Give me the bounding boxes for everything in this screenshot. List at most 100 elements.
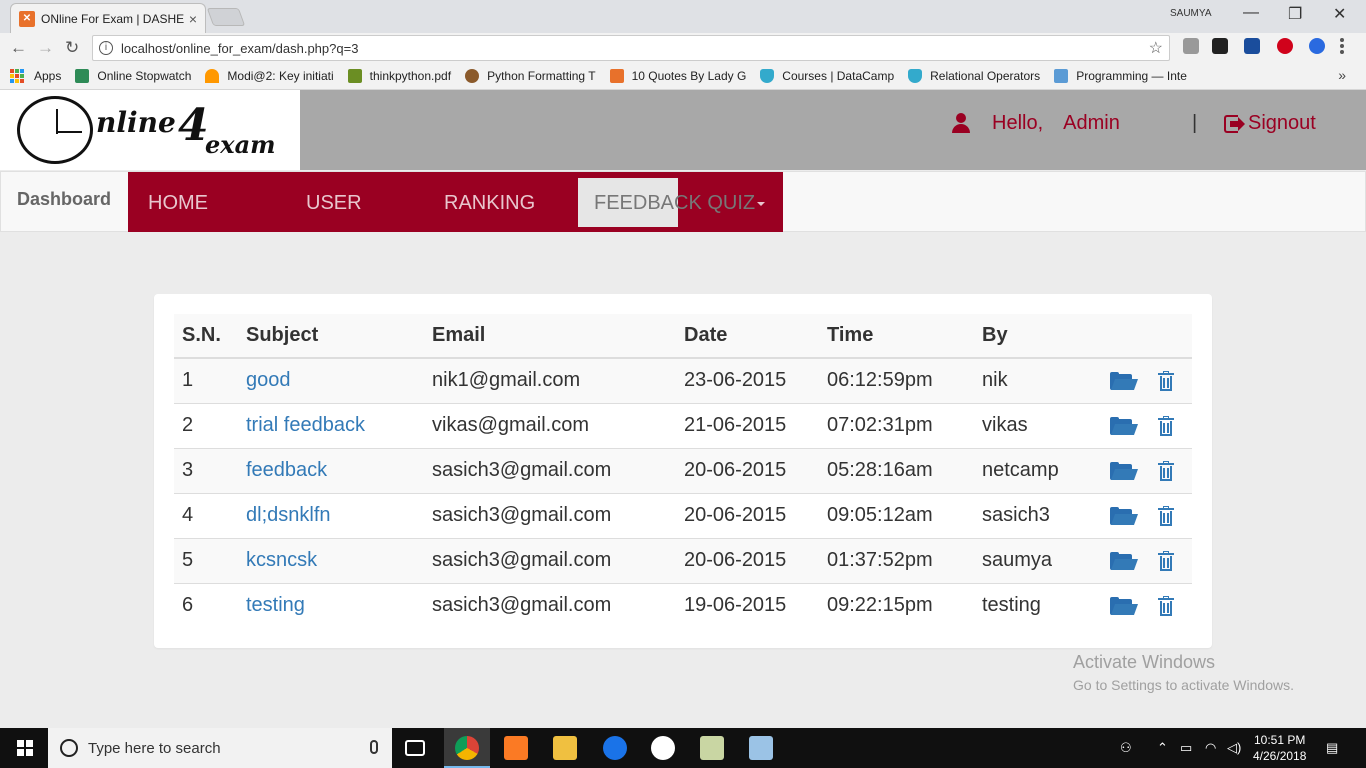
site-logo[interactable]: nline 4 exam [0, 90, 300, 170]
url-text[interactable]: localhost/online_for_exam/dash.php?q=3 [121, 41, 1149, 56]
file-explorer-icon[interactable] [553, 736, 577, 760]
xampp-icon[interactable] [504, 736, 528, 760]
logo-text-exam: exam [205, 130, 276, 159]
taskbar-clock[interactable]: 10:51 PM 4/26/2018 [1253, 732, 1306, 764]
back-arrow-icon[interactable]: ← [10, 38, 27, 58]
extension-icon[interactable] [1212, 38, 1228, 54]
bookmark-item[interactable]: Python Formatting T [465, 69, 596, 83]
greeting: Hello, Admin [950, 112, 1120, 135]
tab-close-icon[interactable]: × [189, 11, 197, 27]
window-close-button[interactable]: ✕ [1333, 4, 1346, 24]
subject-link[interactable]: good [246, 369, 291, 391]
people-icon[interactable]: ⚇ [1120, 740, 1132, 756]
subject-link[interactable]: testing [246, 594, 305, 616]
open-folder-icon[interactable] [1110, 371, 1139, 390]
subject-link[interactable]: dl;dsnklfn [246, 504, 331, 526]
bookmark-item[interactable]: Programming — Inte [1054, 69, 1187, 83]
open-folder-icon[interactable] [1110, 596, 1139, 615]
bookmark-item[interactable]: Modi@2: Key initiati [205, 69, 334, 83]
cell-email: nik1@gmail.com [424, 357, 676, 403]
nav-feedback[interactable]: FEEDBACK QUIZ [594, 192, 766, 215]
site-info-icon[interactable]: i [99, 41, 113, 55]
wifi-icon[interactable]: ◠ [1205, 740, 1216, 756]
logout-icon [1223, 114, 1245, 134]
search-placeholder: Type here to search [88, 739, 221, 757]
admin-link[interactable]: Admin [1063, 112, 1120, 135]
notepad-icon[interactable] [700, 736, 724, 760]
slack-icon[interactable] [651, 736, 675, 760]
bookmark-star-icon[interactable]: ☆ [1149, 38, 1163, 58]
cell-by: vikas [974, 402, 1102, 448]
bookmark-favicon-icon [347, 69, 362, 83]
address-bar[interactable]: i localhost/online_for_exam/dash.php?q=3… [92, 35, 1170, 61]
cell-by: sasich3 [974, 492, 1102, 538]
bookmarks-overflow-icon[interactable]: » [1338, 67, 1346, 83]
trash-icon[interactable] [1158, 505, 1174, 526]
paint-icon[interactable] [749, 736, 773, 760]
trash-icon[interactable] [1158, 460, 1174, 481]
browser-profile-name[interactable]: SAUMYA [1170, 8, 1212, 19]
page-content: nline 4 exam Hello, Admin | Signout Dash… [0, 90, 1366, 728]
windows-start-icon[interactable] [17, 740, 33, 756]
cell-email: sasich3@gmail.com [424, 492, 676, 538]
edge-icon[interactable] [603, 736, 627, 760]
new-tab-button[interactable] [206, 8, 246, 26]
maximize-button[interactable]: ❐ [1288, 4, 1302, 24]
open-folder-icon[interactable] [1110, 551, 1139, 570]
nav-quiz-dropdown[interactable]: QUIZ [707, 192, 766, 214]
task-view-icon[interactable] [405, 740, 425, 756]
taskbar-search-box[interactable]: Type here to search [48, 728, 392, 768]
notifications-icon[interactable]: ▤ [1326, 740, 1338, 756]
forward-arrow-icon[interactable]: → [37, 38, 54, 58]
extension-icon[interactable] [1183, 38, 1199, 54]
minimize-button[interactable]: — [1243, 4, 1259, 22]
open-folder-icon[interactable] [1110, 506, 1139, 525]
cell-time: 09:05:12am [819, 492, 974, 538]
clock-date: 4/26/2018 [1253, 749, 1307, 763]
cell-sn: 5 [174, 537, 238, 583]
table-row: 4 dl;dsnklfn sasich3@gmail.com 20-06-201… [174, 492, 1192, 538]
cell-sn: 3 [174, 447, 238, 493]
opera-extension-icon[interactable] [1277, 38, 1293, 54]
volume-icon[interactable]: ◁) [1227, 740, 1241, 756]
bookmark-extension-icon[interactable] [1244, 38, 1260, 54]
nav-home[interactable]: HOME [148, 192, 208, 215]
open-folder-icon[interactable] [1110, 461, 1139, 480]
windows-taskbar: Type here to search ⚇ ⌃ ▭ ◠ ◁) 10:51 PM … [0, 728, 1366, 768]
nav-quiz-label: QUIZ [707, 192, 756, 214]
bookmark-label: Modi@2: Key initiati [227, 69, 334, 83]
tray-chevron-icon[interactable]: ⌃ [1157, 740, 1168, 756]
bookmark-item[interactable]: 10 Quotes By Lady G [609, 69, 746, 83]
logo-text-online: nline [96, 106, 176, 139]
bookmark-apps[interactable]: Apps [10, 69, 61, 83]
navbar-brand[interactable]: Dashboard [17, 189, 111, 210]
user-icon [950, 112, 972, 135]
bookmark-item[interactable]: Courses | DataCamp [760, 69, 894, 83]
nav-user[interactable]: USER [306, 192, 362, 215]
cell-sn: 6 [174, 582, 238, 628]
browser-tab[interactable]: ✕ ONline For Exam | DASHE × [10, 3, 206, 33]
battery-icon[interactable]: ▭ [1180, 740, 1192, 756]
microphone-icon[interactable] [370, 740, 378, 754]
trash-icon[interactable] [1158, 595, 1174, 616]
signout-link[interactable]: Signout [1223, 112, 1316, 135]
subject-link[interactable]: kcsncsk [246, 549, 317, 571]
chrome-icon[interactable] [455, 736, 479, 760]
reload-icon[interactable]: ↻ [65, 38, 79, 58]
cell-email: sasich3@gmail.com [424, 447, 676, 493]
trash-icon[interactable] [1158, 415, 1174, 436]
subject-link[interactable]: feedback [246, 459, 327, 481]
subject-link[interactable]: trial feedback [246, 414, 365, 436]
bookmark-favicon-icon [465, 69, 480, 83]
bookmark-item[interactable]: thinkpython.pdf [347, 69, 451, 83]
bookmark-item[interactable]: Relational Operators [908, 69, 1040, 83]
open-folder-icon[interactable] [1110, 416, 1139, 435]
bookmark-item[interactable]: Online Stopwatch [75, 69, 191, 83]
cell-sn: 4 [174, 492, 238, 538]
extension-icon[interactable] [1309, 38, 1325, 54]
trash-icon[interactable] [1158, 370, 1174, 391]
nav-ranking[interactable]: RANKING [444, 192, 535, 215]
main-navbar: Dashboard HOME USER RANKING FEEDBACK QUI… [0, 171, 1366, 232]
chrome-menu-icon[interactable] [1340, 38, 1344, 54]
trash-icon[interactable] [1158, 550, 1174, 571]
